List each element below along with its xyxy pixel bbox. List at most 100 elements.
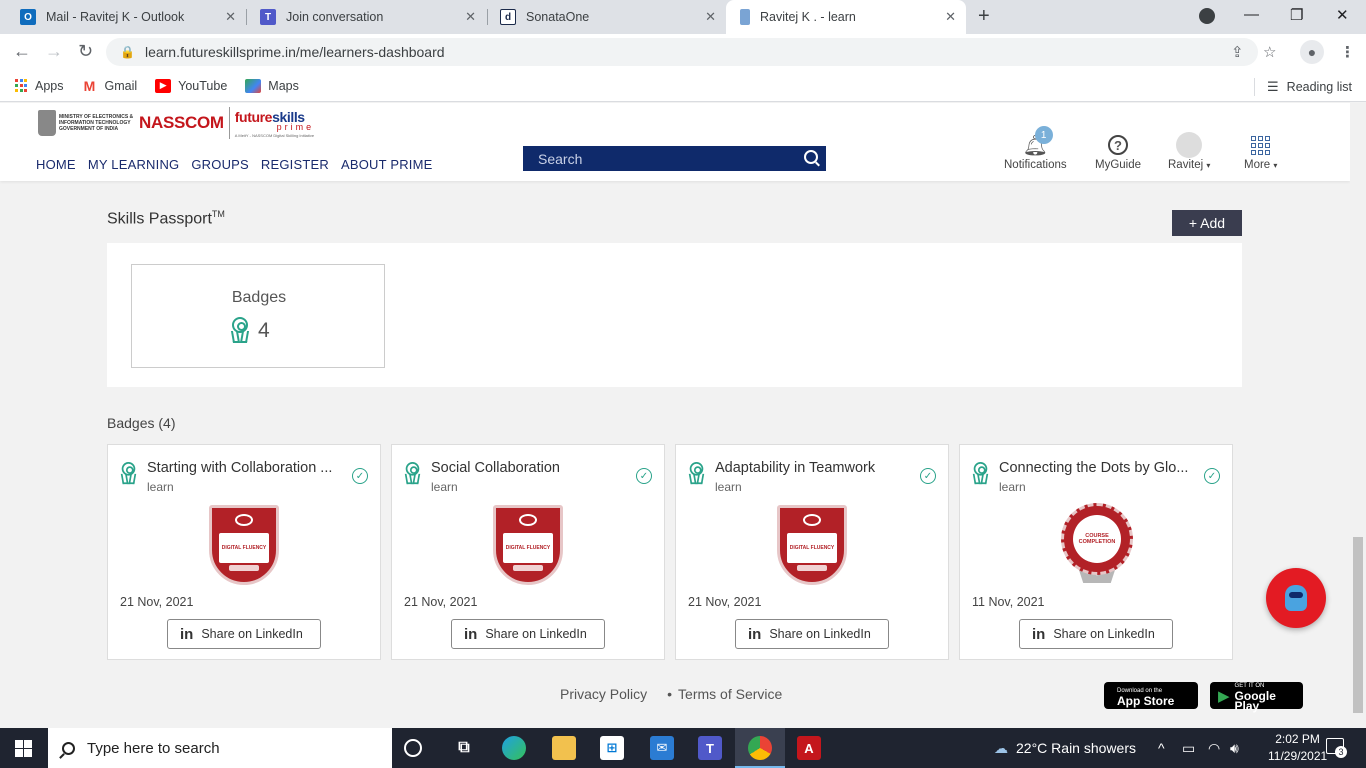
- close-icon[interactable]: ✕: [225, 9, 236, 25]
- share-icon[interactable]: ⇪: [1231, 43, 1244, 61]
- badges-summary-card[interactable]: Badges 4: [131, 264, 385, 368]
- restore-button[interactable]: ❐: [1290, 6, 1303, 24]
- tab-sonataone[interactable]: d SonataOne ✕: [488, 0, 726, 34]
- site-header: MINISTRY OF ELECTRONICS & INFORMATION TE…: [0, 103, 1350, 181]
- close-window-button[interactable]: ✕: [1336, 6, 1349, 24]
- page-scrollbar[interactable]: [1350, 103, 1366, 727]
- store-icon[interactable]: ⊞: [600, 736, 624, 760]
- apps-grid-icon: [14, 78, 28, 93]
- teams-icon[interactable]: T: [698, 736, 722, 760]
- search-icon[interactable]: [804, 150, 818, 164]
- bookmark-youtube[interactable]: ▶ YouTube: [155, 78, 227, 93]
- badge-card[interactable]: Social Collaboration learn ✓ DIGITAL FLU…: [391, 444, 665, 660]
- add-button[interactable]: + Add: [1172, 210, 1242, 236]
- badge-title[interactable]: Social Collaboration: [431, 460, 636, 476]
- close-icon[interactable]: ✕: [465, 9, 476, 25]
- bookmark-apps[interactable]: Apps: [14, 79, 64, 93]
- badges-summary-label: Badges: [231, 289, 287, 306]
- myguide-button[interactable]: ? MyGuide: [1095, 131, 1141, 171]
- badge-card[interactable]: Connecting the Dots by Glo... learn ✓ CO…: [959, 444, 1233, 660]
- badge-title[interactable]: Starting with Collaboration ...: [147, 460, 352, 476]
- bookmark-maps[interactable]: Maps: [245, 78, 299, 93]
- volume-icon[interactable]: 🔊︎: [1230, 728, 1239, 768]
- search-placeholder: Search: [538, 150, 583, 167]
- tab-title: Ravitej K . - learn: [760, 10, 856, 24]
- logo-group[interactable]: MINISTRY OF ELECTRONICS & INFORMATION TE…: [38, 107, 314, 139]
- profile-avatar[interactable]: ●: [1300, 40, 1324, 64]
- chrome-icon[interactable]: [748, 736, 772, 760]
- cloud-rain-icon: ☁: [994, 739, 1008, 756]
- badge-card[interactable]: Adaptability in Teamwork learn ✓ DIGITAL…: [675, 444, 949, 660]
- badge-title[interactable]: Adaptability in Teamwork: [715, 460, 920, 476]
- tab-search-icon[interactable]: [1199, 8, 1215, 24]
- privacy-policy-link[interactable]: Privacy Policy: [560, 686, 647, 702]
- app-store-button[interactable]: Download on the App Store: [1104, 682, 1198, 709]
- bookmark-star-icon[interactable]: ☆: [1263, 43, 1276, 61]
- nav-home[interactable]: HOME: [36, 157, 76, 172]
- file-explorer-icon[interactable]: [552, 736, 576, 760]
- tab-learn[interactable]: Ravitej K . - learn ✕: [726, 0, 966, 34]
- close-icon[interactable]: ✕: [705, 9, 716, 25]
- ribbon-award-icon: [972, 462, 989, 485]
- menu-icon[interactable]: ⋮: [1340, 43, 1355, 61]
- tab-teams[interactable]: T Join conversation ✕: [248, 0, 486, 34]
- nav-about-prime[interactable]: ABOUT PRIME: [341, 157, 433, 172]
- minimize-button[interactable]: —: [1244, 6, 1259, 23]
- google-play-button[interactable]: ▶ GET IT ON Google Play: [1210, 682, 1303, 712]
- back-icon[interactable]: ←: [13, 41, 31, 62]
- forward-icon[interactable]: →: [45, 41, 63, 62]
- search-input[interactable]: Search: [523, 146, 826, 171]
- gmail-icon: M: [83, 77, 96, 94]
- cortana-icon[interactable]: [404, 739, 422, 757]
- address-bar[interactable]: 🔒 learn.futureskillsprime.in/me/learners…: [106, 38, 1258, 66]
- new-tab-button[interactable]: +: [978, 5, 990, 28]
- badge-source: learn: [715, 480, 742, 494]
- taskbar-clock[interactable]: 2:02 PM 11/29/2021: [1268, 731, 1327, 765]
- battery-icon[interactable]: ▭: [1182, 728, 1195, 768]
- mail-icon[interactable]: ✉: [650, 736, 674, 760]
- notifications-button[interactable]: 🔔︎ 1 Notifications: [1004, 126, 1067, 171]
- badge-date: 21 Nov, 2021: [688, 595, 762, 609]
- task-view-icon[interactable]: ⧉: [452, 736, 476, 760]
- course-completion-badge-image: COURSE COMPLETION: [1061, 503, 1133, 585]
- bell-icon: 🔔︎ 1: [1023, 126, 1053, 159]
- verified-check-icon: ✓: [352, 468, 368, 484]
- badge-card[interactable]: Starting with Collaboration ... learn ✓ …: [107, 444, 381, 660]
- share-linkedin-button[interactable]: in Share on LinkedIn: [451, 619, 605, 649]
- wifi-icon[interactable]: ◠: [1208, 728, 1220, 768]
- reading-list[interactable]: ☰ Reading list: [1254, 78, 1352, 96]
- nav-groups[interactable]: GROUPS: [191, 157, 249, 172]
- share-linkedin-button[interactable]: in Share on LinkedIn: [1019, 619, 1173, 649]
- bookmark-label: Gmail: [104, 78, 138, 93]
- chatbot-button[interactable]: [1266, 568, 1326, 628]
- taskbar-search-input[interactable]: Type here to search: [48, 728, 392, 768]
- show-hidden-icons[interactable]: ^: [1158, 728, 1165, 768]
- scrollbar-thumb[interactable]: [1353, 537, 1363, 713]
- nav-register[interactable]: REGISTER: [261, 157, 329, 172]
- tab-title: SonataOne: [526, 10, 590, 24]
- tab-title: Mail - Ravitej K - Outlook: [46, 10, 185, 24]
- ribbon-award-icon: [688, 462, 705, 485]
- sonataone-icon: d: [500, 9, 516, 25]
- windows-start-icon[interactable]: [15, 740, 32, 757]
- user-menu[interactable]: Ravitej ▾: [1168, 131, 1210, 171]
- share-linkedin-button[interactable]: in Share on LinkedIn: [167, 619, 321, 649]
- more-menu[interactable]: More ▾: [1244, 131, 1277, 171]
- reading-list-icon: ☰: [1267, 79, 1279, 94]
- caret-down-icon: ▾: [1206, 161, 1211, 170]
- close-icon[interactable]: ✕: [945, 9, 956, 25]
- weather-widget[interactable]: ☁ 22°C Rain showers: [994, 728, 1136, 768]
- terms-of-service-link[interactable]: Terms of Service: [678, 686, 782, 702]
- bookmark-gmail[interactable]: M Gmail: [82, 77, 138, 94]
- share-linkedin-button[interactable]: in Share on LinkedIn: [735, 619, 889, 649]
- badge-source: learn: [147, 480, 174, 494]
- notification-count-badge: 1: [1034, 126, 1053, 144]
- badge-title[interactable]: Connecting the Dots by Glo...: [999, 460, 1204, 476]
- edge-icon[interactable]: [502, 736, 526, 760]
- nav-my-learning[interactable]: MY LEARNING: [88, 157, 180, 172]
- reload-icon[interactable]: ↻: [78, 41, 93, 62]
- acrobat-icon[interactable]: A: [797, 736, 821, 760]
- tab-outlook[interactable]: O Mail - Ravitej K - Outlook ✕: [8, 0, 246, 34]
- action-center-icon[interactable]: 3: [1326, 738, 1347, 758]
- more-label: More: [1244, 159, 1271, 171]
